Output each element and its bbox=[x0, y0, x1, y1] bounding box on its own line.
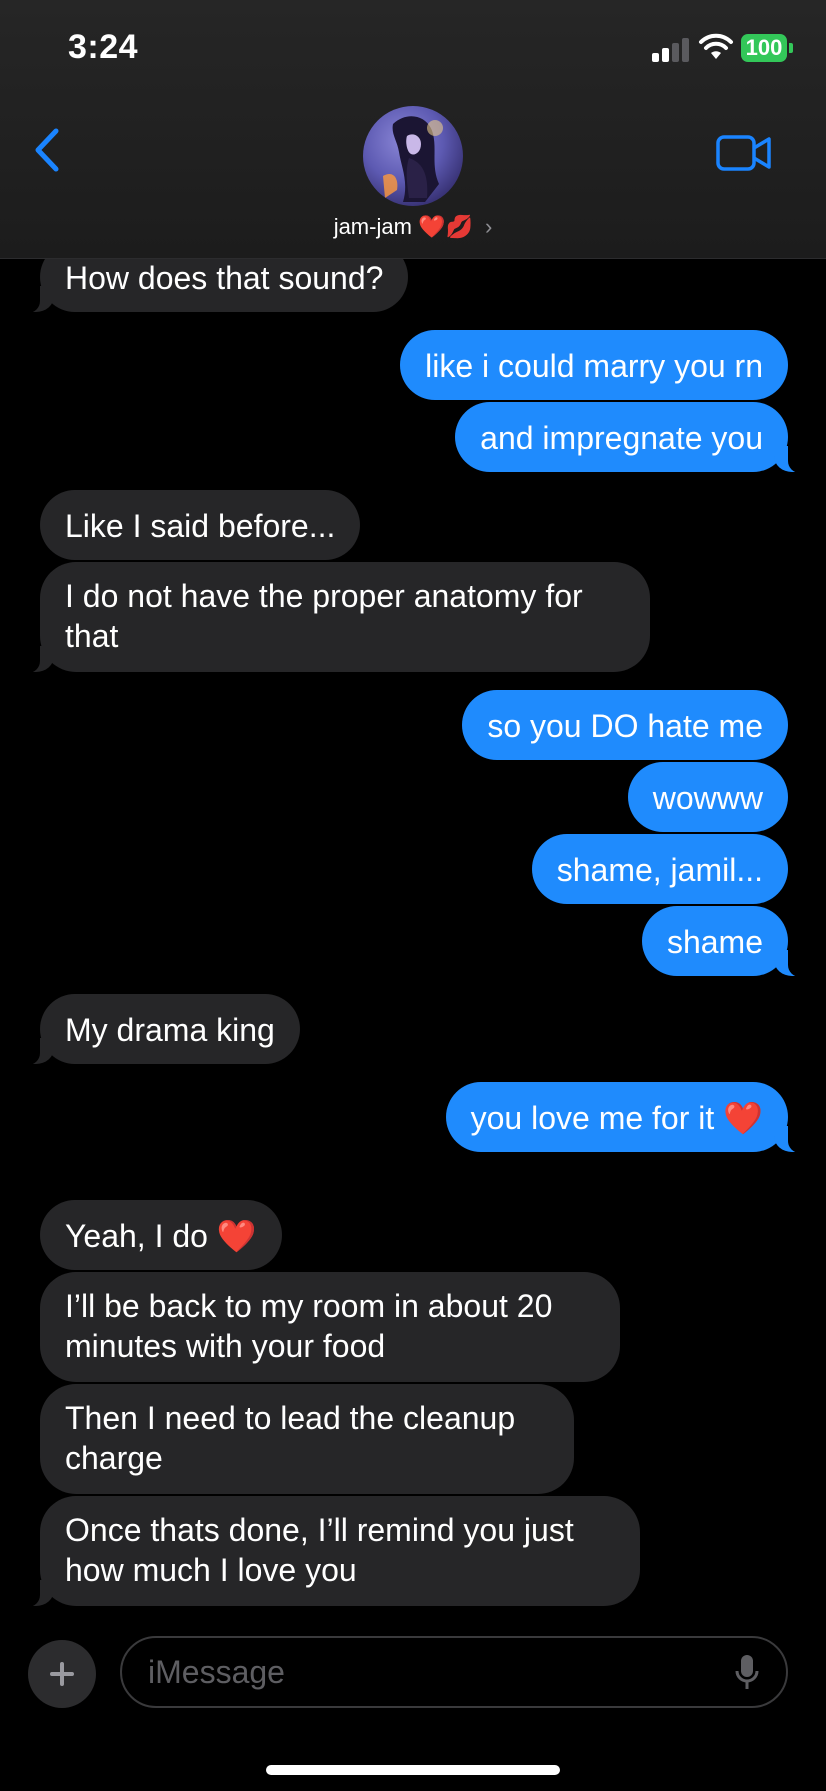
conversation-header: 3:24 100 jam-jam ❤️💋 › bbox=[0, 0, 826, 259]
message-placeholder: iMessage bbox=[148, 1654, 285, 1690]
message-text: Once thats done, I’ll remind you just ho… bbox=[65, 1512, 574, 1588]
message-text: Yeah, I do bbox=[65, 1218, 208, 1254]
message-text: I’ll be back to my room in about 20 minu… bbox=[65, 1288, 553, 1364]
chevron-right-icon: › bbox=[484, 214, 493, 239]
incoming-message[interactable]: Once thats done, I’ll remind you just ho… bbox=[18, 1496, 640, 1607]
status-time: 3:24 bbox=[68, 28, 139, 66]
incoming-message[interactable]: Like I said before... bbox=[40, 490, 361, 560]
message-text: shame, jamil... bbox=[556, 852, 763, 888]
message-text: Like I said before... bbox=[65, 508, 336, 544]
add-attachment-button[interactable] bbox=[28, 1640, 96, 1708]
outgoing-message[interactable]: so you DO hate me bbox=[462, 690, 788, 760]
outgoing-message[interactable]: and impregnate you bbox=[455, 402, 810, 473]
message-input[interactable]: iMessage bbox=[120, 1636, 788, 1708]
heart-emoji: ❤️ bbox=[723, 1100, 763, 1136]
contact-emoji: ❤️💋 bbox=[418, 214, 473, 239]
video-call-icon[interactable] bbox=[716, 134, 772, 172]
incoming-message[interactable]: I’ll be back to my room in about 20 minu… bbox=[40, 1272, 620, 1382]
message-text: How does that sound? bbox=[65, 260, 384, 296]
message-text: wowww bbox=[652, 780, 763, 816]
contact-name-row[interactable]: jam-jam ❤️💋 › bbox=[0, 214, 826, 240]
back-chevron-icon[interactable] bbox=[30, 126, 62, 174]
incoming-message[interactable]: Yeah, I do ❤️ bbox=[40, 1200, 282, 1270]
battery-cap bbox=[789, 43, 793, 53]
outgoing-message[interactable]: shame bbox=[641, 906, 811, 977]
message-text: shame bbox=[666, 924, 763, 960]
outgoing-message[interactable]: like i could marry you rn bbox=[400, 330, 788, 400]
wifi-icon bbox=[699, 33, 733, 59]
incoming-message[interactable]: My drama king bbox=[18, 994, 300, 1065]
contact-name: jam-jam bbox=[333, 214, 412, 239]
battery-indicator: 100 bbox=[741, 34, 787, 62]
avatar-illustration bbox=[383, 116, 443, 202]
heart-emoji: ❤️ bbox=[216, 1218, 257, 1254]
message-text: Then I need to lead the cleanup charge bbox=[65, 1400, 516, 1476]
message-text: My drama king bbox=[65, 1012, 275, 1048]
contact-avatar[interactable] bbox=[363, 106, 463, 206]
microphone-icon[interactable] bbox=[734, 1653, 760, 1693]
message-text: and impregnate you bbox=[480, 420, 763, 456]
outgoing-message[interactable]: shame, jamil... bbox=[531, 834, 788, 904]
message-text: I do not have the proper anatomy for tha… bbox=[65, 578, 583, 654]
outgoing-message[interactable]: wowww bbox=[627, 762, 788, 832]
home-indicator[interactable] bbox=[266, 1765, 560, 1775]
message-text: you love me for it bbox=[470, 1100, 715, 1136]
incoming-message[interactable]: I do not have the proper anatomy for tha… bbox=[18, 562, 650, 673]
message-text: so you DO hate me bbox=[487, 708, 763, 744]
message-text: like i could marry you rn bbox=[425, 348, 763, 384]
cellular-signal-icon bbox=[652, 36, 690, 62]
incoming-message[interactable]: Then I need to lead the cleanup charge bbox=[40, 1384, 574, 1494]
outgoing-message[interactable]: you love me for it ❤️ bbox=[445, 1082, 811, 1153]
